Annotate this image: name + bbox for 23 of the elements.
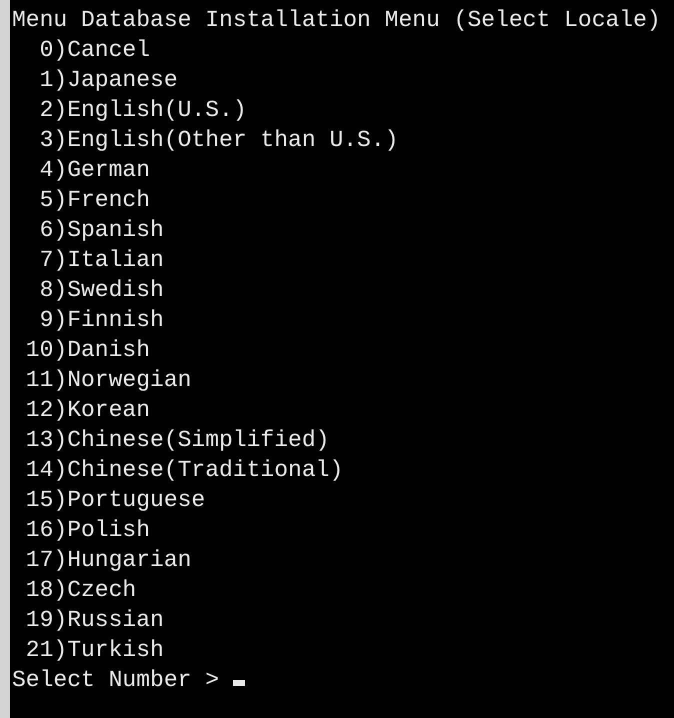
menu-option: 13)Chinese(Simplified) (26, 425, 330, 455)
input-prompt: Select Number > (12, 666, 220, 695)
menu-option: 17)Hungarian (26, 545, 192, 575)
menu-option: 5)French (40, 185, 150, 215)
menu-option: 15)Portuguese (26, 485, 206, 515)
menu-option: 7)Italian (40, 245, 164, 275)
menu-option: 10)Danish (26, 335, 150, 365)
menu-option: 14)Chinese(Traditional) (26, 455, 344, 485)
menu-option: 16)Polish (26, 515, 150, 545)
menu-option: 0)Cancel (40, 35, 150, 65)
menu-option: 6)Spanish (40, 215, 164, 245)
menu-option: 21)Turkish (26, 635, 164, 665)
menu-option: 4)German (40, 155, 150, 185)
menu-option: 18)Czech (26, 575, 136, 605)
menu-option: 3)English(Other than U.S.) (40, 125, 398, 155)
menu-option: 12)Korean (26, 395, 150, 425)
menu-option: 1)Japanese (40, 65, 178, 95)
menu-option: 11)Norwegian (26, 365, 192, 395)
menu-title: Menu Database Installation Menu (Select Locale) (12, 6, 661, 35)
menu-option: 9)Finnish (40, 305, 164, 335)
menu-option: 19)Russian (26, 605, 164, 635)
menu-option: 2)English(U.S.) (40, 95, 247, 125)
menu-option: 8)Swedish (40, 275, 164, 305)
